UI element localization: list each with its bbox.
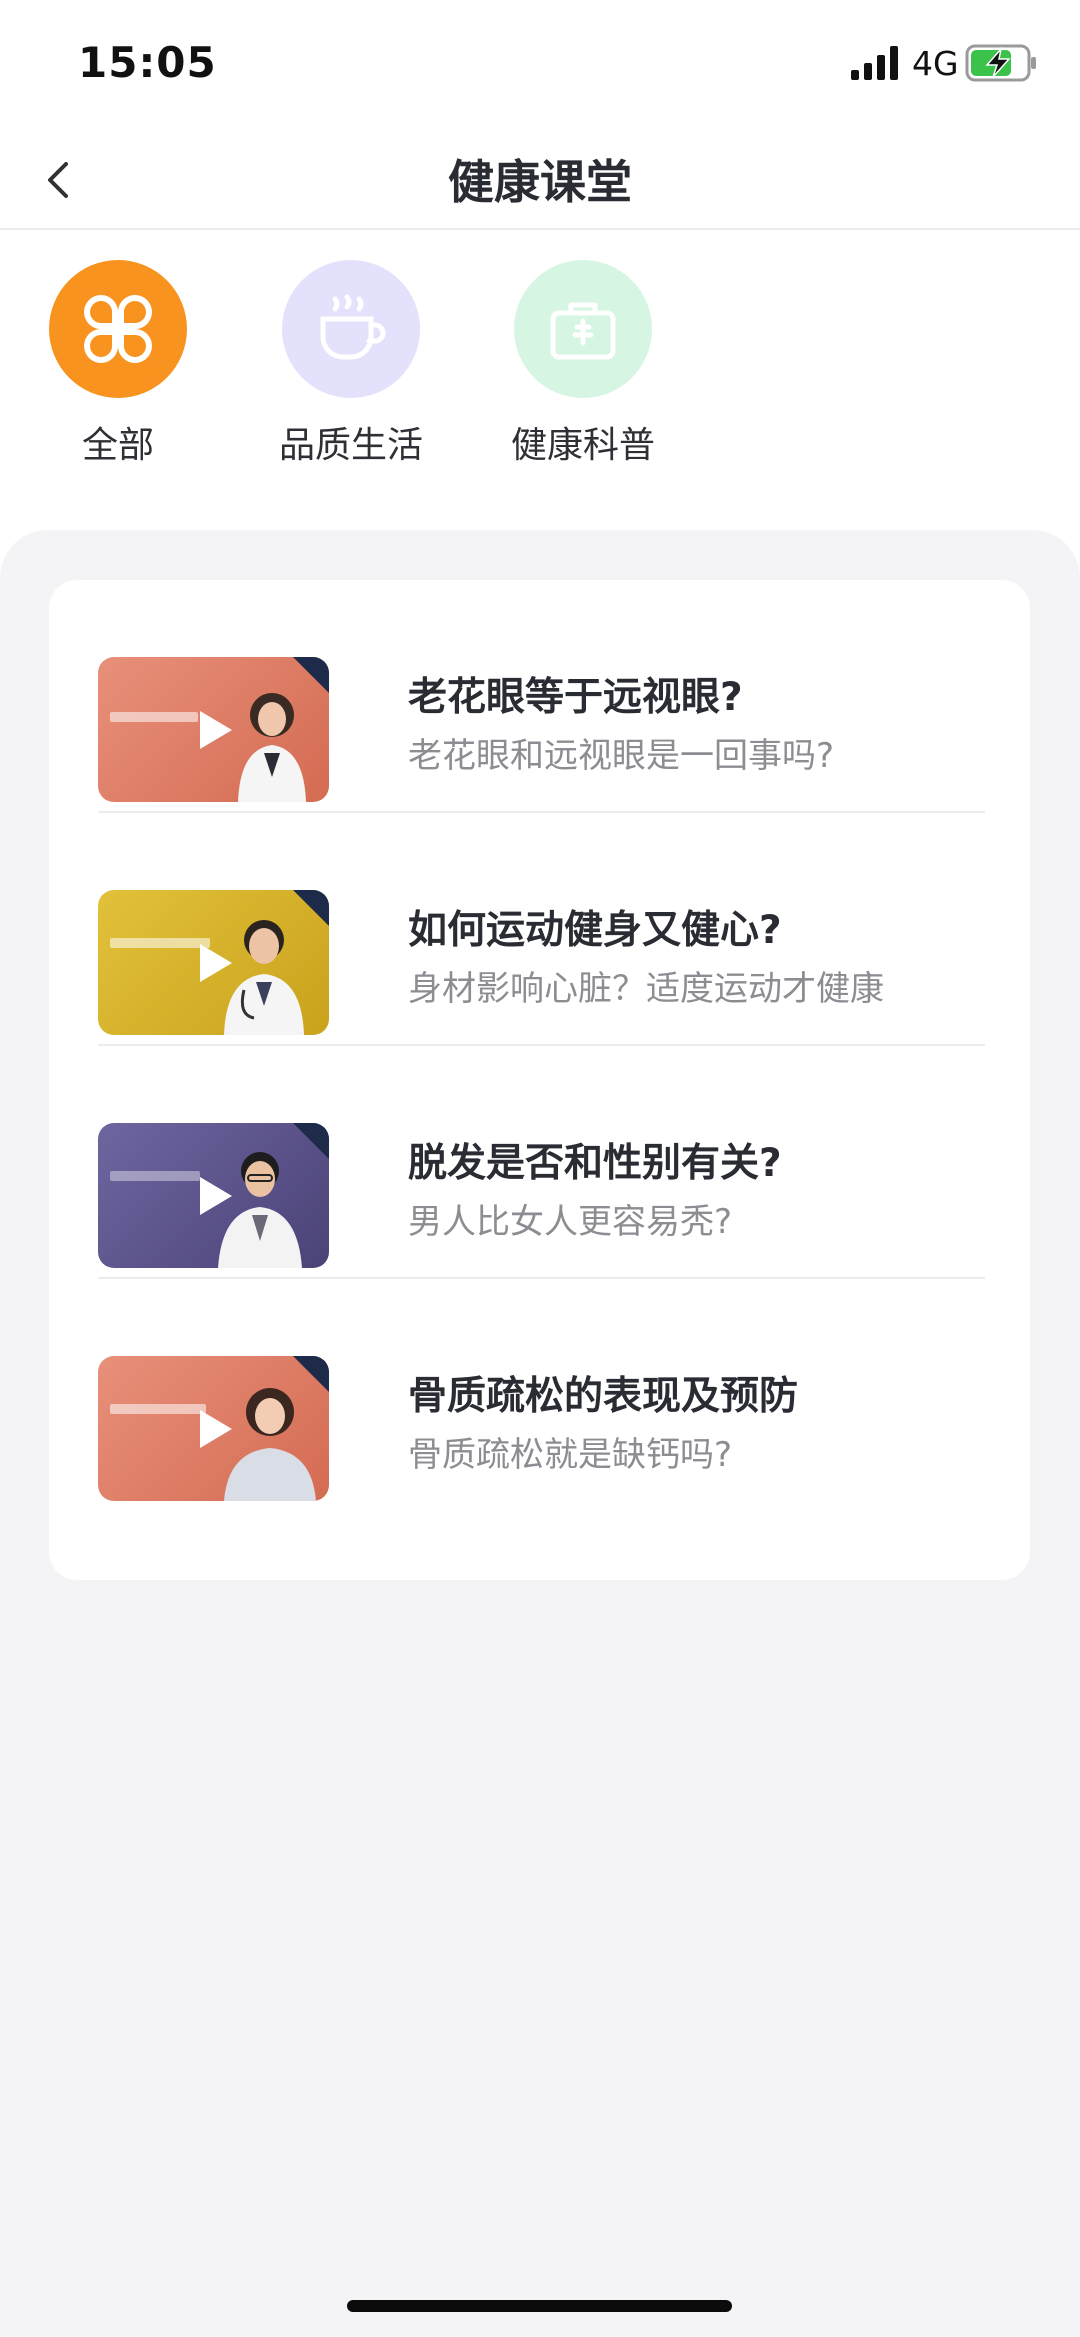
- category-quality-life-icon-circle: [282, 260, 420, 398]
- category-all-label: 全部: [81, 425, 154, 466]
- category-health-science-label: 健康科普: [510, 425, 655, 466]
- play-icon: [200, 1410, 232, 1448]
- course-item[interactable]: 脱发是否和性别有关? 男人比女人更容易秃?: [98, 1046, 985, 1279]
- course-item[interactable]: 骨质疏松的表现及预防 骨质疏松就是缺钙吗?: [98, 1279, 985, 1512]
- course-thumbnail: [98, 890, 329, 1035]
- play-icon: [200, 711, 232, 749]
- course-item[interactable]: 老花眼等于远视眼? 老花眼和远视眼是一回事吗?: [98, 580, 985, 813]
- course-title: 如何运动健身又健心?: [408, 908, 782, 953]
- home-indicator[interactable]: [347, 2300, 732, 2312]
- course-subtitle: 老花眼和远视眼是一回事吗?: [408, 736, 835, 776]
- nav-bar: 健康课堂: [0, 130, 1080, 230]
- play-icon: [200, 944, 232, 982]
- battery-charging-icon: [965, 44, 1036, 82]
- clover-grid-icon: [84, 295, 152, 363]
- course-title: 脱发是否和性别有关?: [408, 1141, 782, 1186]
- course-thumbnail: [98, 1123, 329, 1268]
- category-health-science-icon-circle: [514, 260, 652, 398]
- category-all[interactable]: 全部: [43, 260, 193, 468]
- page-title: 健康课堂: [448, 155, 632, 209]
- play-icon: [200, 1177, 232, 1215]
- course-list-card: 老花眼等于远视眼? 老花眼和远视眼是一回事吗? 如何运动健身又健心? 身材影响心…: [49, 580, 1030, 1580]
- category-quality-life-label: 品质生活: [278, 425, 423, 466]
- category-tabs: 全部 品质生活 健康科普: [0, 230, 1080, 530]
- course-title: 骨质疏松的表现及预防: [408, 1374, 799, 1419]
- course-title: 老花眼等于远视眼?: [408, 675, 743, 720]
- signal-strength-icon: [851, 46, 898, 80]
- course-subtitle: 身材影响心脏？适度运动才健康: [408, 969, 884, 1009]
- category-all-icon-circle: [49, 260, 187, 398]
- course-subtitle: 骨质疏松就是缺钙吗?: [408, 1435, 733, 1475]
- course-thumbnail: [98, 1356, 329, 1501]
- status-time: 15:05: [78, 38, 217, 87]
- course-subtitle: 男人比女人更容易秃?: [408, 1202, 733, 1242]
- category-quality-life[interactable]: 品质生活: [276, 260, 426, 468]
- coffee-cup-icon: [320, 294, 386, 360]
- category-health-science[interactable]: 健康科普: [508, 260, 658, 468]
- course-item[interactable]: 如何运动健身又健心? 身材影响心脏？适度运动才健康: [98, 813, 985, 1046]
- network-type-label: 4G: [912, 44, 959, 83]
- course-thumbnail: [98, 657, 329, 802]
- status-bar: 15:05 4G: [0, 0, 1080, 130]
- medical-kit-icon: [550, 302, 616, 360]
